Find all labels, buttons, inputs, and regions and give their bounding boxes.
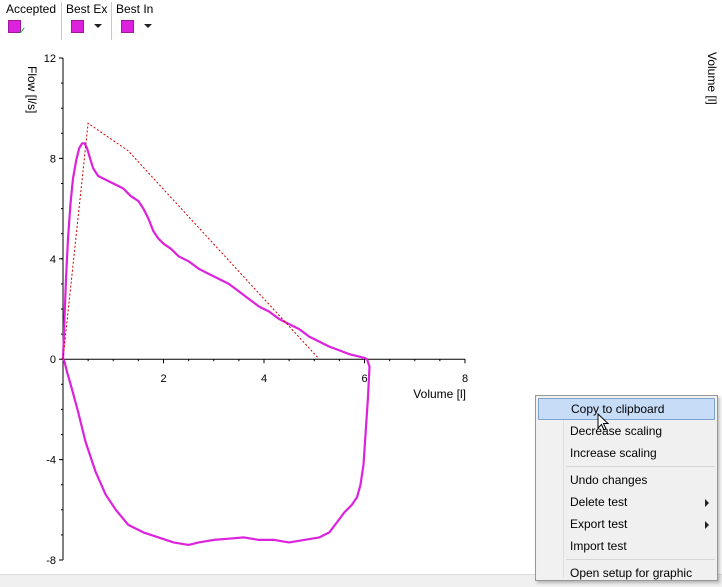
chart-series bbox=[61, 122, 371, 546]
y-tick-label: 8 bbox=[50, 153, 56, 165]
mouse-cursor-icon bbox=[597, 413, 610, 431]
menu-item-label: Delete test bbox=[570, 495, 628, 509]
submenu-arrow-icon bbox=[705, 499, 709, 507]
menu-item-label: Copy to clipboard bbox=[571, 402, 665, 416]
x-axis-label: Volume [l] bbox=[413, 387, 466, 401]
right-axis-label-text: Volume [l] bbox=[705, 52, 719, 105]
y-tick-label: 0 bbox=[50, 354, 56, 366]
y-axis-label: Flow [l/s] bbox=[25, 66, 39, 113]
menu-item-label: Open setup for graphic bbox=[570, 566, 693, 580]
menu-item-delete-test[interactable]: Delete test bbox=[538, 491, 715, 513]
menu-item-label: Import test bbox=[570, 539, 627, 553]
menu-item-export-test[interactable]: Export test bbox=[538, 513, 715, 535]
menu-item-decrease-scaling[interactable]: Decrease scaling bbox=[538, 420, 715, 442]
menu-item-increase-scaling[interactable]: Increase scaling bbox=[538, 442, 715, 464]
x-tick-label: 6 bbox=[361, 373, 367, 385]
chart-axes: 12 8 4 0 -4 -8 2 4 6 8 bbox=[44, 53, 468, 567]
submenu-arrow-icon bbox=[705, 521, 709, 529]
menu-item-import-test[interactable]: Import test bbox=[538, 535, 715, 557]
menu-separator bbox=[566, 466, 715, 467]
y-tick-label: -8 bbox=[46, 555, 56, 567]
predicted-flow-line bbox=[62, 122, 320, 360]
menu-item-label: Export test bbox=[570, 517, 628, 531]
x-tick-label: 4 bbox=[261, 373, 267, 385]
flow-volume-loop bbox=[61, 142, 371, 546]
y-tick-label: 4 bbox=[50, 254, 56, 266]
menu-item-label: Decrease scaling bbox=[570, 424, 663, 438]
menu-item-copy-to-clipboard[interactable]: Copy to clipboard bbox=[538, 398, 715, 420]
x-tick-label: 8 bbox=[462, 373, 468, 385]
right-axis-label: Volume [l] bbox=[704, 52, 722, 122]
y-tick-label: -4 bbox=[46, 455, 56, 467]
menu-item-label: Undo changes bbox=[570, 473, 648, 487]
y-tick-label: 12 bbox=[44, 53, 56, 65]
context-menu: Copy to clipboard Decrease scaling Incre… bbox=[535, 395, 718, 581]
menu-item-undo-changes[interactable]: Undo changes bbox=[538, 469, 715, 491]
x-tick-label: 2 bbox=[160, 373, 166, 385]
menu-separator bbox=[566, 559, 715, 560]
menu-item-label: Increase scaling bbox=[570, 446, 657, 460]
menu-item-open-setup-for-graphic[interactable]: Open setup for graphic bbox=[538, 562, 715, 584]
